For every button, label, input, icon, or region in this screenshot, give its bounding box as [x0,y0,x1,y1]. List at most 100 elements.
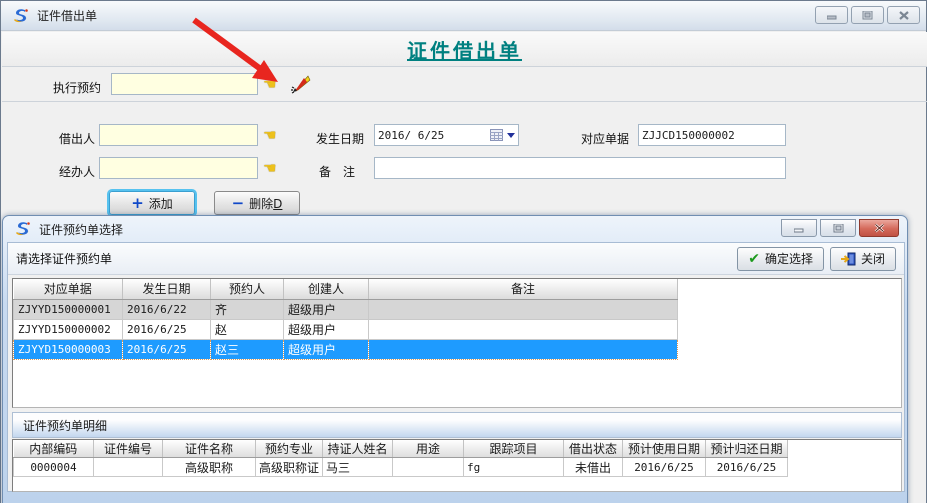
table-cell[interactable]: 2016/6/22 [123,299,211,319]
execute-reservation-lookup-hand-icon[interactable]: ☚ [263,77,276,92]
column-header[interactable]: 用途 [393,440,464,458]
table-cell[interactable]: ZJYYD150000002 [14,319,123,339]
table-row[interactable]: 0000004高级职称高级职称证马三fg未借出2016/6/252016/6/2… [14,458,788,477]
column-header[interactable]: 备注 [369,279,678,299]
table-cell[interactable]: 齐 [211,299,284,319]
main-window-controls [815,6,920,24]
reservation-table-header-row: 对应单据发生日期预约人创建人备注 [14,279,678,299]
column-header[interactable]: 对应单据 [14,279,123,299]
reservation-select-dialog: 证件预约单选择 请选择证件预约单 ✔ 确定选择 关闭 [2,215,908,503]
reservation-grid-area[interactable]: 对应单据发生日期预约人创建人备注 ZJYYD1500000012016/6/22… [12,278,902,408]
borrower-input[interactable] [99,124,258,146]
checkmark-icon: ✔ [748,252,760,266]
close-icon[interactable] [887,6,920,24]
heading-band: 证件借出单 [2,32,927,67]
table-row[interactable]: ZJYYD1500000012016/6/22齐超级用户 [14,299,678,319]
table-cell[interactable]: ZJYYD150000003 [14,339,123,359]
table-cell[interactable]: 超级用户 [284,319,369,339]
remark-label: 备 注 [319,163,355,180]
column-header[interactable]: 持证人姓名 [323,440,393,458]
restore-icon[interactable] [820,219,856,237]
dialog-window-controls [781,219,899,237]
detail-table-header-row: 内部编码证件编号证件名称预约专业持证人姓名用途跟踪项目借出状态预计使用日期预计归… [14,440,788,458]
corresponding-doc-input[interactable]: ZJJCD150000002 [638,124,786,146]
detail-grid-area[interactable]: 内部编码证件编号证件名称预约专业持证人姓名用途跟踪项目借出状态预计使用日期预计归… [12,439,902,492]
table-row[interactable]: ZJYYD1500000022016/6/25赵超级用户 [14,319,678,339]
table-cell[interactable]: 高级职称 [163,458,256,477]
detail-section-title: 证件预约单明细 [23,417,107,434]
app-logo-icon [13,8,29,24]
minus-icon: − [232,196,245,211]
detail-section-header: 证件预约单明细 [12,412,902,438]
table-cell[interactable]: 未借出 [564,458,623,477]
table-cell[interactable]: 赵三 [211,339,284,359]
app-logo-icon [15,221,31,237]
execute-reservation-input[interactable] [111,73,258,95]
minimize-icon[interactable] [815,6,848,24]
table-cell[interactable]: 超级用户 [284,299,369,319]
main-window-title: 证件借出单 [37,7,97,24]
table-cell[interactable]: 2016/6/25 [123,319,211,339]
table-cell[interactable] [369,339,678,359]
handler-lookup-hand-icon[interactable]: ☚ [263,161,276,176]
date-dropdown-arrow-icon[interactable] [507,133,515,138]
handler-input[interactable] [99,157,258,179]
delete-button-label: 删除D [249,195,282,212]
column-header[interactable]: 预约专业 [256,440,323,458]
close-dialog-label: 关闭 [861,250,885,267]
detail-table: 内部编码证件编号证件名称预约专业持证人姓名用途跟踪项目借出状态预计使用日期预计归… [13,440,788,477]
column-header[interactable]: 预计使用日期 [623,440,706,458]
remark-input[interactable] [374,157,786,179]
table-cell[interactable] [393,458,464,477]
table-cell[interactable]: 2016/6/25 [123,339,211,359]
restore-icon[interactable] [851,6,884,24]
column-header[interactable]: 证件名称 [163,440,256,458]
dialog-titlebar: 证件预约单选择 [3,216,907,242]
column-header[interactable]: 证件编号 [94,440,163,458]
borrower-lookup-hand-icon[interactable]: ☚ [263,128,276,143]
column-header[interactable]: 跟踪项目 [464,440,564,458]
table-cell[interactable] [94,458,163,477]
column-header[interactable]: 发生日期 [123,279,211,299]
column-header[interactable]: 内部编码 [14,440,94,458]
table-cell[interactable]: 0000004 [14,458,94,477]
table-cell[interactable]: ZJYYD150000001 [14,299,123,319]
dialog-toolbar: 请选择证件预约单 ✔ 确定选择 关闭 [8,243,904,275]
dialog-prompt: 请选择证件预约单 [16,250,112,267]
close-icon[interactable] [859,219,899,237]
occur-date-picker[interactable]: 2016/ 6/25 [374,124,519,146]
table-cell[interactable]: 2016/6/25 [623,458,706,477]
column-header[interactable]: 创建人 [284,279,369,299]
confirm-select-label: 确定选择 [765,250,813,267]
table-cell[interactable]: 赵 [211,319,284,339]
table-cell[interactable] [369,299,678,319]
column-header[interactable]: 预计归还日期 [706,440,788,458]
table-cell[interactable]: 马三 [323,458,393,477]
exit-door-icon [841,252,856,266]
add-button[interactable]: + 添加 [109,191,195,215]
plus-icon: + [131,196,144,211]
verify-pencil-icon[interactable] [289,73,311,95]
dialog-content: 请选择证件预约单 ✔ 确定选择 关闭 [7,242,905,492]
table-cell[interactable] [369,319,678,339]
corresponding-doc-label: 对应单据 [581,130,629,147]
table-cell[interactable]: 2016/6/25 [706,458,788,477]
occur-date-value: 2016/ 6/25 [378,129,444,142]
page-title: 证件借出单 [407,35,522,64]
delete-button[interactable]: − 删除D [214,191,300,215]
dialog-title: 证件预约单选择 [39,221,123,238]
table-row[interactable]: ZJYYD1500000032016/6/25赵三超级用户 [14,339,678,359]
add-button-label: 添加 [149,195,173,212]
column-header[interactable]: 借出状态 [564,440,623,458]
column-header[interactable]: 预约人 [211,279,284,299]
table-cell[interactable]: 超级用户 [284,339,369,359]
handler-label: 经办人 [59,163,95,180]
table-cell[interactable]: fg [464,458,564,477]
minimize-icon[interactable] [781,219,817,237]
borrower-label: 借出人 [59,130,95,147]
occur-date-label: 发生日期 [316,130,364,147]
close-dialog-button[interactable]: 关闭 [830,247,896,271]
table-cell[interactable]: 高级职称证 [256,458,323,477]
execute-reservation-label: 执行预约 [53,79,101,96]
confirm-select-button[interactable]: ✔ 确定选择 [737,247,824,271]
